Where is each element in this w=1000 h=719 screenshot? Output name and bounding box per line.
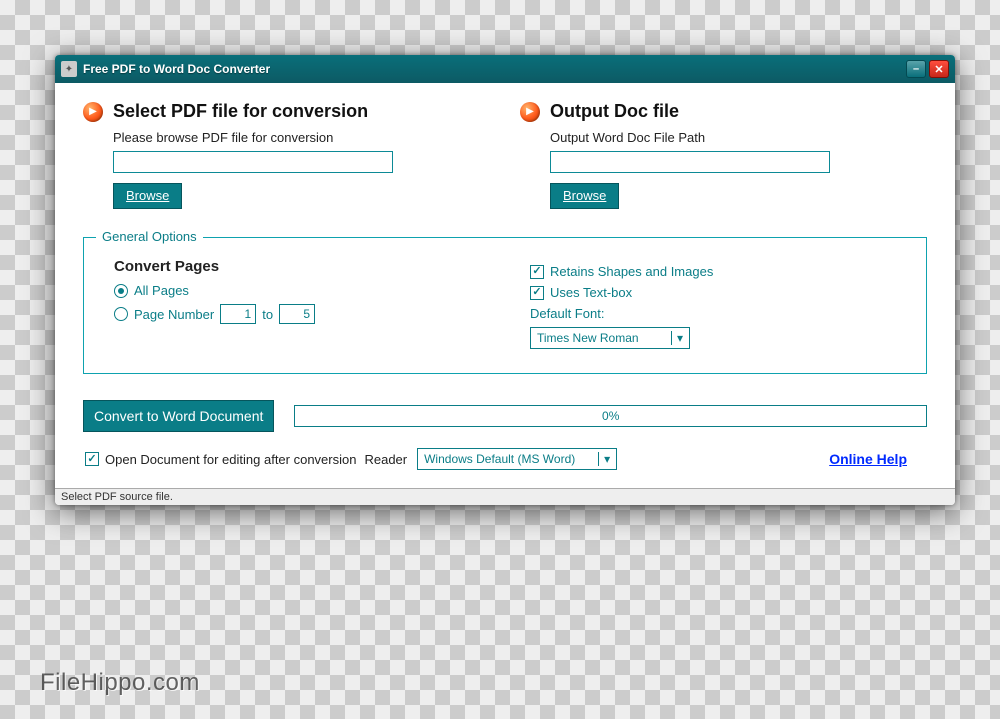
input-pdf-path-field[interactable] [113,151,393,173]
close-button[interactable]: ✕ [929,60,949,78]
output-section: ▶ Output Doc file Output Word Doc File P… [520,101,927,209]
status-text: Select PDF source file. [61,491,173,503]
page-range-radio[interactable] [114,307,128,321]
general-options-group: General Options Convert Pages All Pages … [83,237,927,374]
open-after-checkbox[interactable] [85,452,99,466]
window-title: Free PDF to Word Doc Converter [83,62,903,76]
open-after-label: Open Document for editing after conversi… [105,452,356,467]
actions-row: Convert to Word Document 0% [83,400,927,432]
progress-bar: 0% [294,405,927,427]
uses-textbox-checkbox[interactable] [530,286,544,300]
convert-pages-column: Convert Pages All Pages Page Number to [114,258,490,349]
page-to-label: to [262,307,273,322]
status-bar: Select PDF source file. [55,488,955,505]
progress-text: 0% [602,409,619,423]
output-section-title: Output Doc file [550,101,679,122]
arrow-bullet-icon: ▶ [520,102,540,122]
input-section: ▶ Select PDF file for conversion Please … [83,101,490,209]
default-font-select[interactable]: Times New Roman ▾ [530,327,690,349]
output-section-subtitle: Output Word Doc File Path [550,130,927,145]
page-number-label: Page Number [134,307,214,322]
output-doc-path-field[interactable] [550,151,830,173]
input-section-subtitle: Please browse PDF file for conversion [113,130,490,145]
default-font-value: Times New Roman [537,331,639,345]
page-range-radio-row[interactable]: Page Number to [114,304,490,324]
bottom-row: Open Document for editing after conversi… [85,448,927,470]
app-icon: ✦ [61,61,77,77]
content-area: ▶ Select PDF file for conversion Please … [55,83,955,488]
page-from-input[interactable] [220,304,256,324]
browse-output-button[interactable]: Browse [550,183,619,209]
titlebar: ✦ Free PDF to Word Doc Converter – ✕ [55,55,955,83]
reader-label: Reader [364,452,407,467]
uses-textbox-label: Uses Text-box [550,285,632,300]
all-pages-radio-row[interactable]: All Pages [114,283,490,298]
retain-shapes-label: Retains Shapes and Images [550,264,713,279]
page-to-input[interactable] [279,304,315,324]
chevron-down-icon: ▾ [671,331,685,345]
default-font-label: Default Font: [530,306,906,321]
convert-button[interactable]: Convert to Word Document [83,400,274,432]
format-options-column: Retains Shapes and Images Uses Text-box … [530,258,906,349]
general-options-legend: General Options [96,229,203,244]
retain-shapes-row[interactable]: Retains Shapes and Images [530,264,906,279]
chevron-down-icon: ▾ [598,452,612,466]
all-pages-label: All Pages [134,283,189,298]
browse-input-button[interactable]: Browse [113,183,182,209]
retain-shapes-checkbox[interactable] [530,265,544,279]
app-window: ✦ Free PDF to Word Doc Converter – ✕ ▶ S… [55,55,955,505]
reader-select[interactable]: Windows Default (MS Word) ▾ [417,448,617,470]
minimize-button[interactable]: – [906,60,926,78]
online-help-link[interactable]: Online Help [829,451,907,467]
watermark: FileHippo.com [40,669,200,697]
reader-value: Windows Default (MS Word) [424,452,575,466]
all-pages-radio[interactable] [114,284,128,298]
input-section-title: Select PDF file for conversion [113,101,368,122]
arrow-bullet-icon: ▶ [83,102,103,122]
uses-textbox-row[interactable]: Uses Text-box [530,285,906,300]
convert-pages-title: Convert Pages [114,258,490,275]
